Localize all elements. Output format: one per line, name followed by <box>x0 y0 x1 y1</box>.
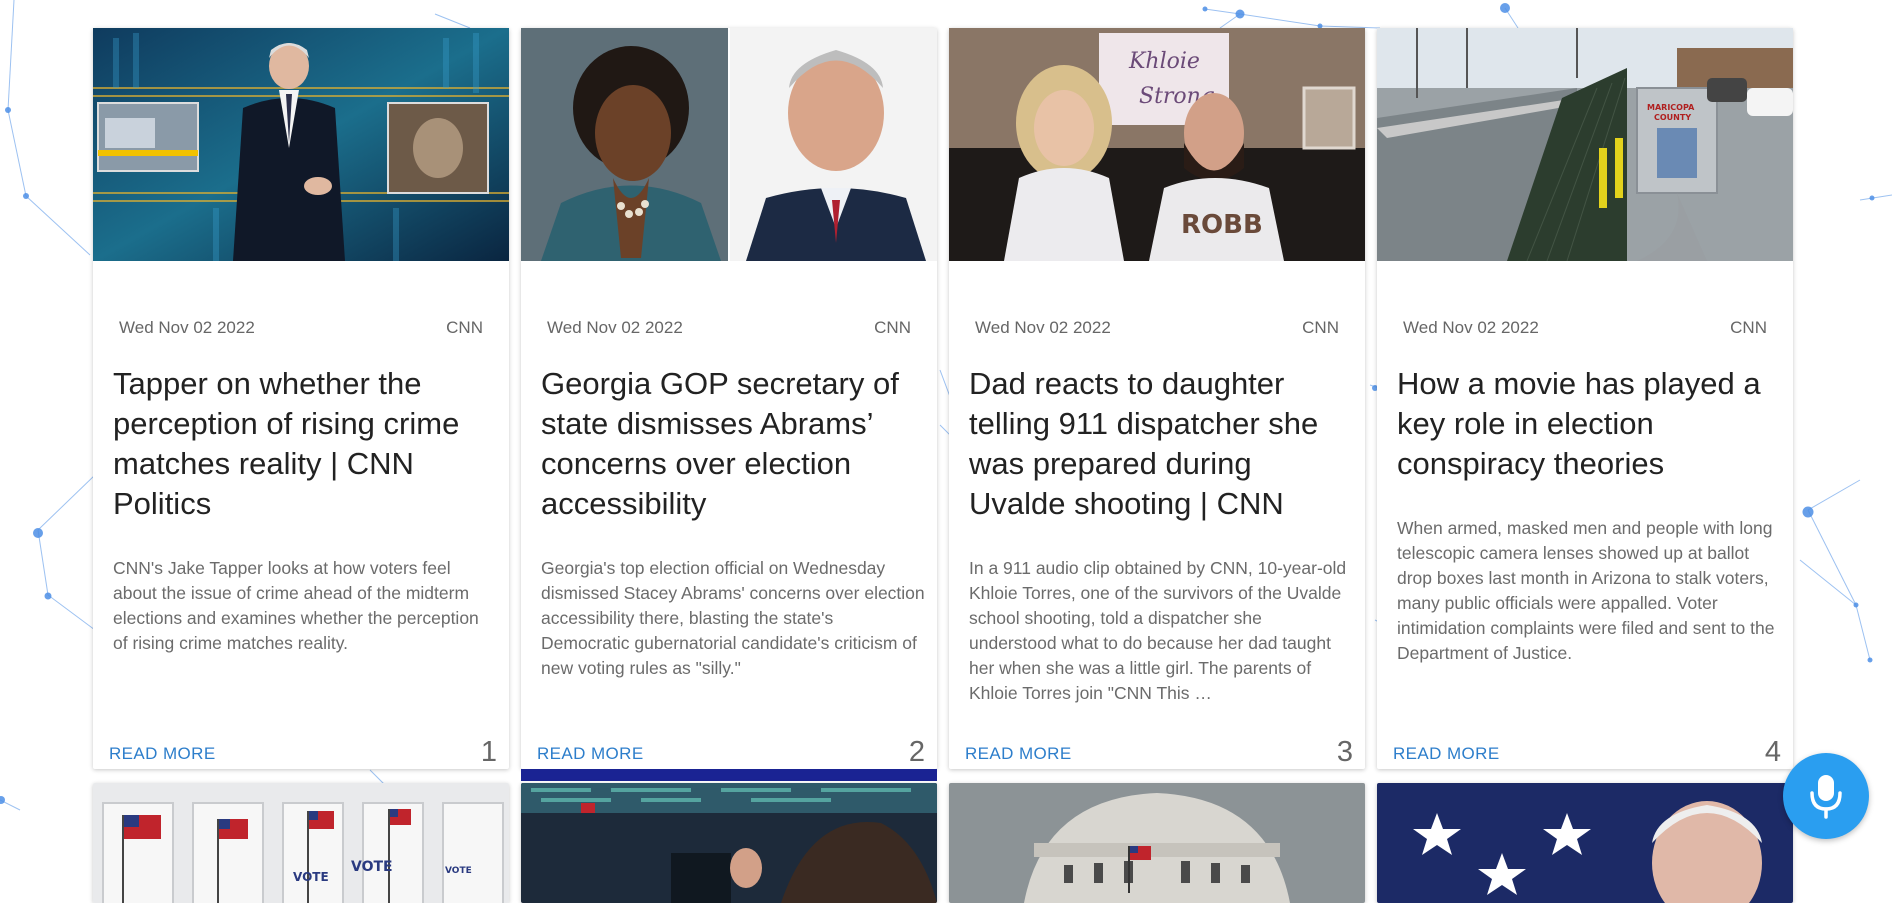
article-thumbnail[interactable] <box>949 783 1365 903</box>
news-card: Khloie Strong ROBB Wed Nov 02 2022 CNN D… <box>949 28 1365 769</box>
article-thumbnail: Khloie Strong ROBB <box>949 28 1365 261</box>
article-title[interactable]: Georgia GOP secretary of state dismisses… <box>541 364 926 524</box>
article-thumbnail <box>521 28 937 261</box>
article-thumbnail <box>93 28 509 261</box>
news-card <box>949 783 1365 903</box>
article-description: When armed, masked men and people with l… <box>1397 518 1775 663</box>
read-more-link[interactable]: READ MORE <box>965 744 1072 764</box>
read-more-link[interactable]: READ MORE <box>1393 744 1500 764</box>
read-more-link[interactable]: READ MORE <box>537 744 644 764</box>
article-description: In a 911 audio clip obtained by CNN, 10-… <box>969 558 1347 703</box>
article-description: Georgia's top election official on Wedne… <box>541 558 925 678</box>
article-date: Wed Nov 02 2022 <box>1403 318 1539 337</box>
article-source: CNN <box>1302 318 1339 337</box>
news-card: MARICOPA COUNTY Wed Nov 02 2022 CNN How … <box>1377 28 1793 769</box>
article-date: Wed Nov 02 2022 <box>975 318 1111 337</box>
article-date: Wed Nov 02 2022 <box>119 318 255 337</box>
article-source: CNN <box>874 318 911 337</box>
news-card <box>1377 783 1793 903</box>
card-number: 2 <box>908 736 925 768</box>
article-source: CNN <box>1730 318 1767 337</box>
microphone-icon <box>1810 775 1842 819</box>
article-thumbnail: MARICOPA COUNTY <box>1377 28 1793 261</box>
sign-text: Khloie <box>1128 49 1200 74</box>
vote-text: VOTE <box>351 859 393 875</box>
article-thumbnail[interactable] <box>1377 783 1793 903</box>
article-description: CNN's Jake Tapper looks at how voters fe… <box>113 558 479 653</box>
card-number: 3 <box>1336 736 1353 768</box>
voice-search-button[interactable] <box>1783 753 1869 839</box>
vote-text: VOTE <box>445 866 472 876</box>
article-thumbnail[interactable] <box>521 783 937 903</box>
article-title[interactable]: Tapper on whether the perception of risi… <box>113 364 498 524</box>
box-label: COUNTY <box>1654 113 1691 122</box>
news-card: Wed Nov 02 2022 CNN Georgia GOP secretar… <box>521 28 937 781</box>
card-number: 1 <box>480 736 497 768</box>
news-card: VOTE VOTE VOTE <box>93 783 509 903</box>
shirt-text: ROBB <box>1181 210 1263 240</box>
article-date: Wed Nov 02 2022 <box>547 318 683 337</box>
news-card: Wed Nov 02 2022 CNN Tapper on whether th… <box>93 28 509 769</box>
active-card-indicator <box>521 769 937 781</box>
news-card <box>521 783 937 903</box>
box-label: MARICOPA <box>1647 103 1695 112</box>
article-source: CNN <box>446 318 483 337</box>
article-title[interactable]: Dad reacts to daughter telling 911 dispa… <box>969 364 1354 524</box>
read-more-link[interactable]: READ MORE <box>109 744 216 764</box>
article-thumbnail[interactable]: VOTE VOTE VOTE <box>93 783 509 903</box>
article-title[interactable]: How a movie has played a key role in ele… <box>1397 364 1782 484</box>
card-number: 4 <box>1764 736 1781 768</box>
